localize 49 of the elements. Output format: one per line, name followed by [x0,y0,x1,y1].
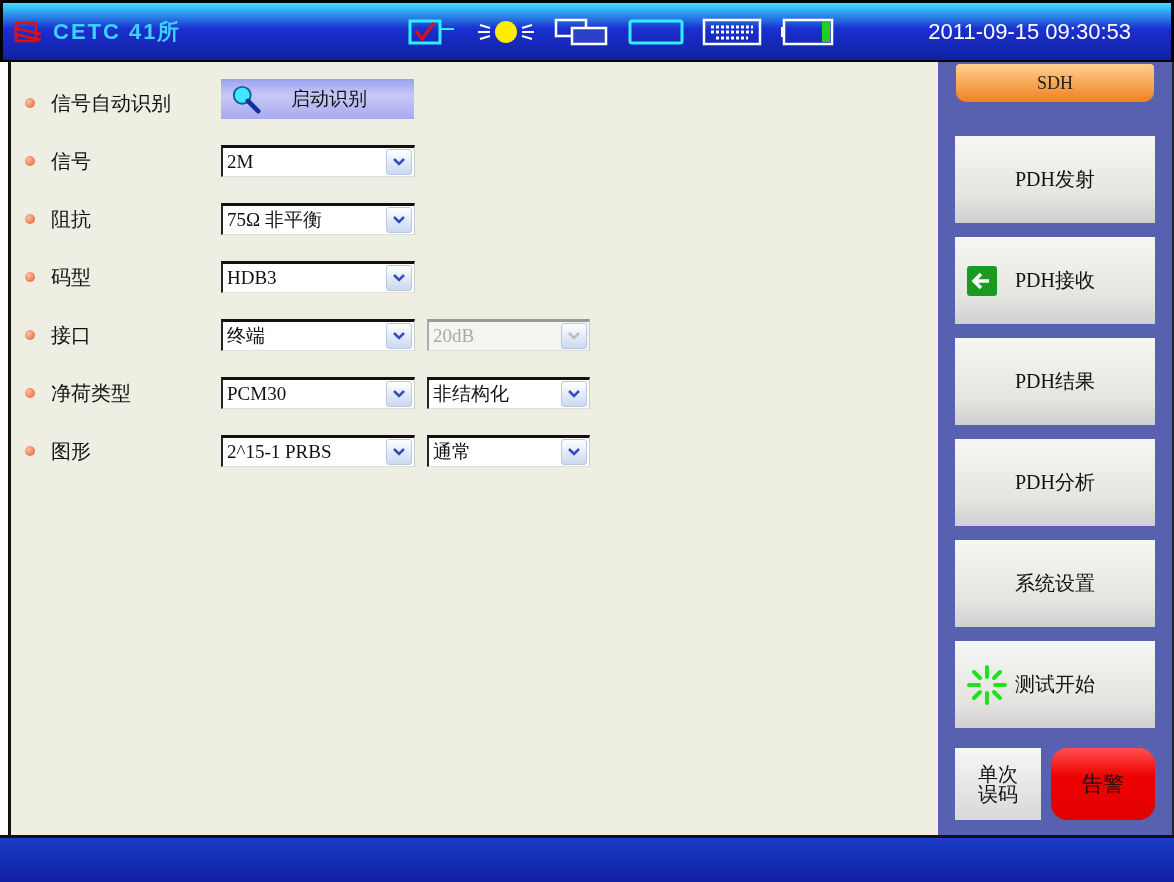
bullet-icon [25,214,35,224]
chevron-down-icon [393,332,405,340]
bullet-icon [25,330,35,340]
chevron-down-icon [393,274,405,282]
menu-button[interactable]: PDH发射 [955,136,1155,223]
logo-text: CETC 41所 [53,17,182,46]
field-label: 阻抗 [51,205,92,233]
dropdown[interactable]: 终端 [221,319,415,351]
field-label: 图形 [51,437,92,465]
field-label: 码型 [51,263,92,291]
dropdown[interactable]: 通常 [427,435,590,467]
magnifier-icon [231,84,261,114]
bullet-icon [25,388,35,398]
mode-tab[interactable]: SDH [956,64,1154,102]
field-label: 净荷类型 [51,379,132,407]
chevron-down-icon [393,390,405,398]
menu-button[interactable]: PDH接收 [955,237,1155,324]
date-time: 2011-09-15 09:30:53 [928,18,1131,45]
menu-button[interactable]: 测试开始 [955,641,1155,728]
field-label: 信号自动识别 [51,89,172,117]
bullet-icon [25,446,35,456]
bullet-icon [25,98,35,108]
battery-icon [780,16,836,47]
spinner-icon [967,664,1007,705]
chevron-down-icon [393,448,405,456]
dropdown[interactable]: HDB3 [221,261,415,293]
dropdown[interactable]: PCM30 [221,377,415,409]
bullet-icon [25,272,35,282]
dropdown[interactable]: 75Ω 非平衡 [221,203,415,235]
field-label: 信号 [51,147,92,175]
chevron-down-icon [568,448,580,456]
windows-icon[interactable] [554,16,610,47]
bullet-icon [25,156,35,166]
menu-button[interactable]: PDH结果 [955,338,1155,425]
chevron-down-icon [393,216,405,224]
start-detect-button[interactable]: 启动识别 [221,79,414,119]
menu-button[interactable]: PDH分析 [955,439,1155,526]
single-error-button[interactable]: 单次误码 [955,748,1041,820]
dropdown[interactable]: 2M [221,145,415,177]
field-label: 接口 [51,321,92,349]
dropdown[interactable]: 非结构化 [427,377,590,409]
logo-icon [13,19,43,44]
dropdown[interactable]: 2^15-1 PRBS [221,435,415,467]
chevron-down-icon [393,158,405,166]
chevron-down-icon [568,390,580,398]
keyboard-icon[interactable] [702,16,762,47]
menu-button[interactable]: 系统设置 [955,540,1155,627]
alarm-button[interactable]: 告警 [1051,748,1155,820]
chevron-down-icon [568,332,580,340]
